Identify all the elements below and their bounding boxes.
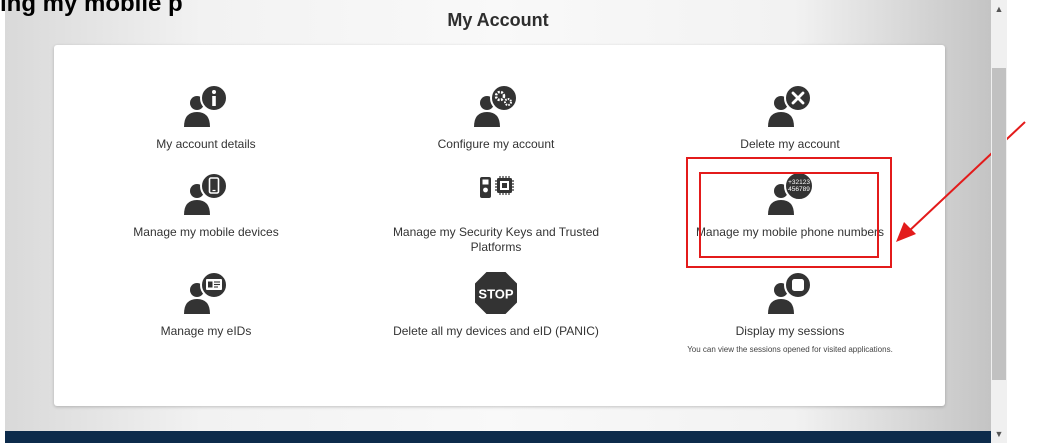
mobile-devices-tile[interactable]: Manage my mobile devices — [81, 169, 331, 240]
page-title: My Account — [447, 10, 549, 30]
stop-sign-icon: STOP — [475, 272, 517, 314]
tile-label: Manage my mobile devices — [133, 225, 279, 239]
user-session-icon — [768, 271, 812, 314]
panic-delete-tile[interactable]: STOP Delete all my devices and eID (PANI… — [371, 268, 621, 339]
security-key-chip-icon — [480, 176, 514, 198]
screenshot-stage: ing my mobile p My Account My account de… — [0, 0, 1039, 443]
scrollbar-thumb[interactable] — [992, 68, 1006, 380]
sessions-tile[interactable]: Display my sessions You can view the ses… — [665, 268, 915, 356]
user-x-icon — [768, 84, 812, 127]
footer-band — [5, 431, 991, 443]
delete-account-tile[interactable]: Delete my account — [665, 81, 915, 152]
tile-description: You can view the sessions opened for vis… — [687, 345, 893, 354]
configure-account-tile[interactable]: Configure my account — [371, 81, 621, 152]
scroll-up-icon[interactable]: ▲ — [991, 0, 1007, 18]
user-info-icon — [184, 84, 228, 127]
red-arrow-icon — [896, 121, 1026, 242]
account-details-tile[interactable]: My account details — [81, 81, 331, 152]
scroll-down-icon[interactable]: ▼ — [991, 425, 1007, 443]
stop-sign-text: STOP — [478, 287, 513, 302]
tile-label: Manage my eIDs — [160, 324, 252, 338]
highlight-box-inner — [699, 172, 879, 258]
user-mobile-icon — [184, 172, 228, 215]
tile-label: Manage my Security Keys and Trusted Plat… — [392, 225, 600, 254]
tile-label: My account details — [156, 137, 256, 151]
security-keys-tile[interactable]: Manage my Security Keys and Trusted Plat… — [371, 169, 621, 255]
tile-label: Delete all my devices and eID (PANIC) — [393, 324, 599, 338]
user-eid-card-icon — [184, 271, 228, 314]
user-gears-icon — [474, 84, 518, 127]
tile-label: Display my sessions — [735, 324, 845, 338]
eids-tile[interactable]: Manage my eIDs — [81, 268, 331, 339]
tile-label: Configure my account — [437, 137, 555, 151]
tile-label: Delete my account — [740, 137, 840, 151]
